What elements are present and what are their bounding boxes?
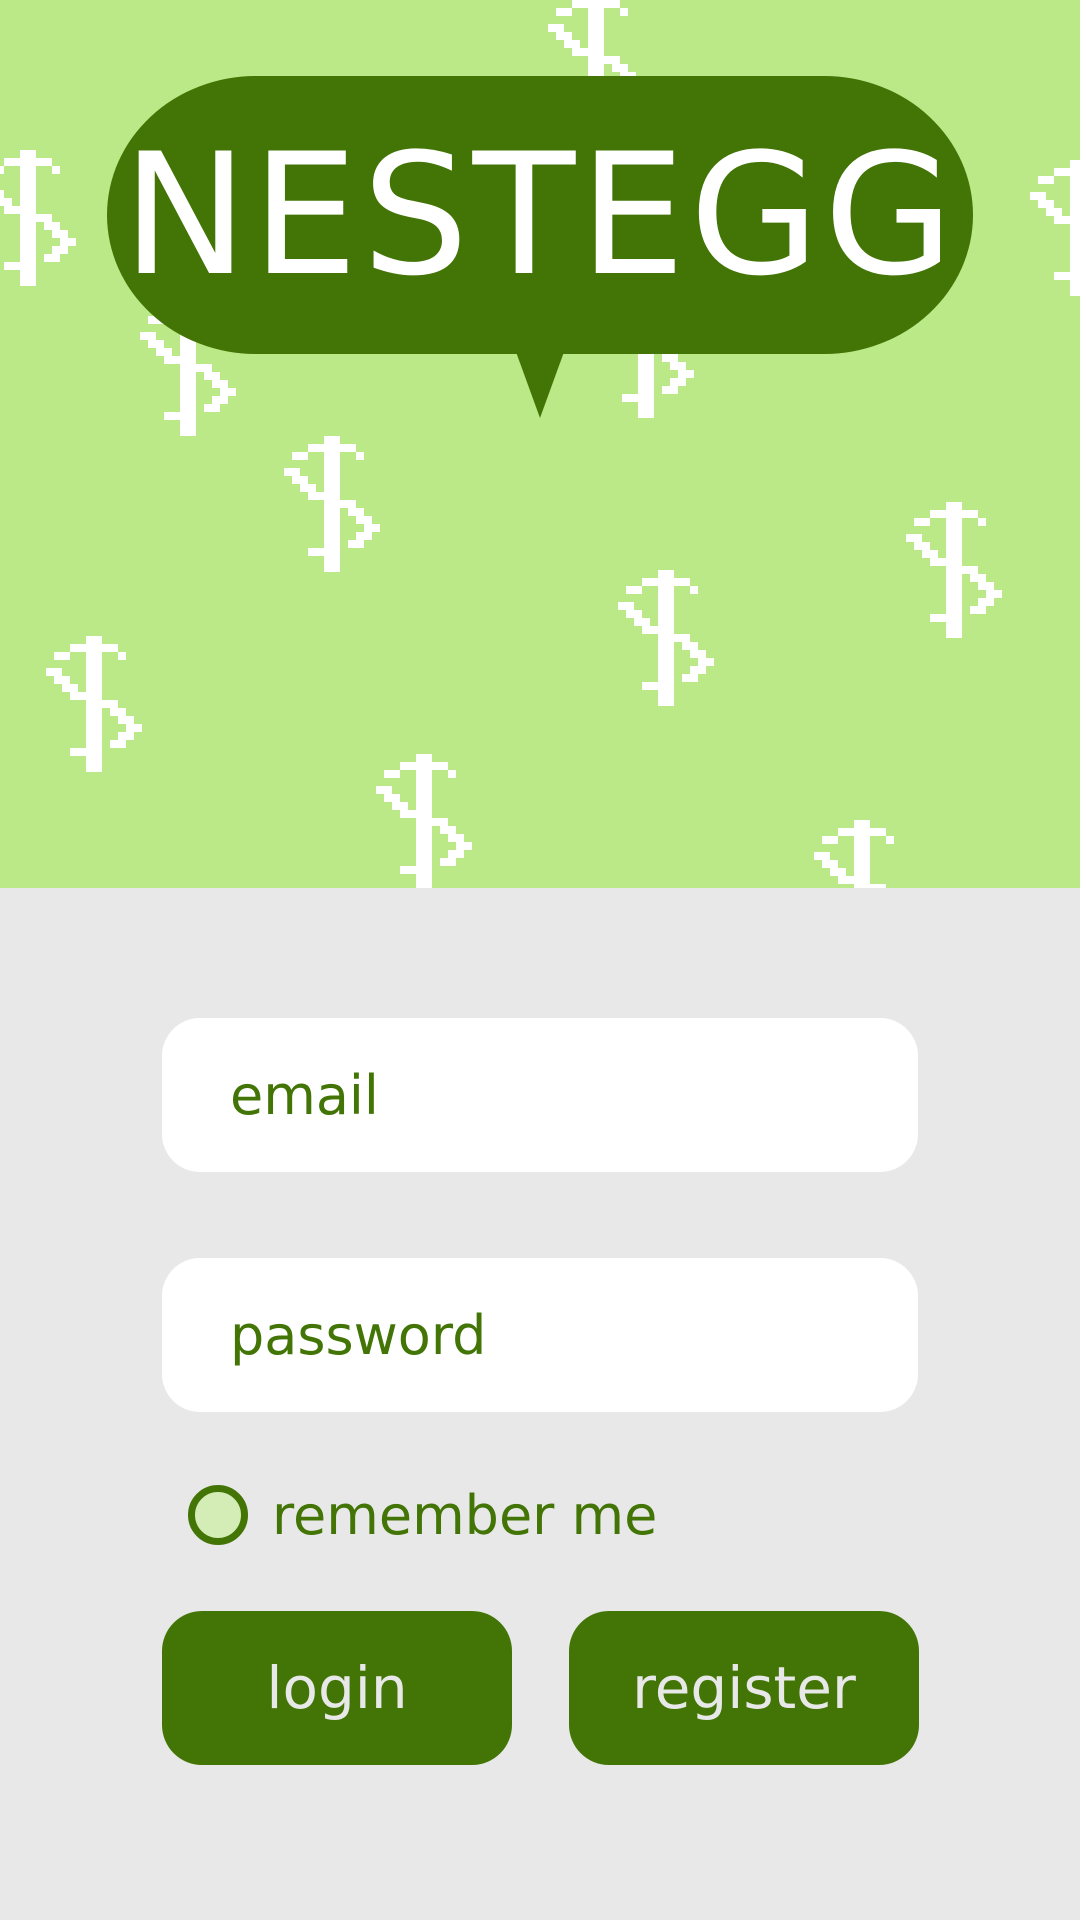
register-button[interactable]: register (569, 1611, 919, 1765)
dollar-icon (0, 150, 76, 286)
dollar-icon (284, 436, 380, 572)
dollar-icon (906, 502, 1002, 638)
dollar-icon (618, 570, 714, 706)
email-field[interactable] (162, 1018, 918, 1172)
remember-me-toggle[interactable]: remember me (188, 1483, 658, 1547)
hero-banner: NESTEGG (0, 0, 1080, 888)
email-input[interactable] (230, 1063, 850, 1127)
remember-me-label: remember me (272, 1483, 658, 1547)
app-logo: NESTEGG (122, 117, 958, 313)
password-field[interactable] (162, 1258, 918, 1412)
speech-bubble-tail (516, 352, 564, 418)
login-button[interactable]: login (162, 1611, 512, 1765)
dollar-icon (376, 754, 472, 888)
dollar-icon (46, 636, 142, 772)
dollar-icon (1030, 160, 1080, 296)
dollar-icon (814, 820, 910, 888)
remember-me-radio[interactable] (188, 1485, 248, 1545)
password-input[interactable] (230, 1303, 850, 1367)
